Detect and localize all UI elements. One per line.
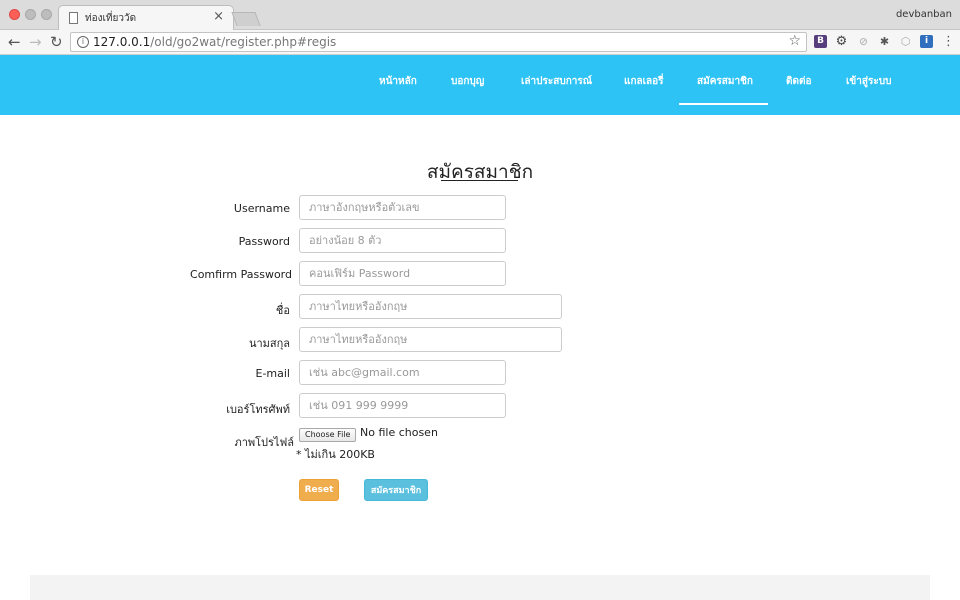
browser-tab-bar: ท่องเที่ยววัด × devbanban bbox=[0, 0, 960, 31]
nav-stories[interactable]: เล่าประสบการณ์ bbox=[521, 74, 592, 89]
star-icon[interactable]: ☆ bbox=[788, 33, 801, 49]
back-arrow-icon[interactable]: ← bbox=[8, 33, 21, 51]
info-icon[interactable]: i bbox=[77, 36, 89, 48]
extension-icon[interactable]: ⊘ bbox=[857, 35, 870, 48]
phone-label: เบอร์โทรศัพท์ bbox=[226, 403, 290, 416]
minimize-window-button[interactable] bbox=[25, 9, 36, 20]
phone-input[interactable] bbox=[299, 393, 506, 418]
active-nav-underline bbox=[679, 103, 768, 105]
maximize-window-button[interactable] bbox=[41, 9, 52, 20]
sparkle-icon[interactable]: ✱ bbox=[878, 35, 891, 48]
bootstrap-extension-icon[interactable]: B bbox=[814, 35, 827, 48]
nav-donate[interactable]: บอกบุญ bbox=[451, 74, 484, 89]
nav-login[interactable]: เข้าสู่ระบบ bbox=[846, 74, 891, 89]
email-label: E-mail bbox=[255, 367, 291, 380]
email-input[interactable] bbox=[299, 360, 506, 385]
url-text[interactable]: 127.0.0.1/old/go2wat/register.php#regis bbox=[93, 35, 336, 49]
tab-close-icon[interactable]: × bbox=[213, 9, 224, 24]
file-size-note: * ไม่เกิน 200KB bbox=[296, 448, 375, 461]
tab-title: ท่องเที่ยววัด bbox=[85, 13, 137, 24]
browser-toolbar: ← → ↻ i 127.0.0.1/old/go2wat/register.ph… bbox=[0, 30, 960, 55]
reset-button[interactable]: Reset bbox=[299, 479, 339, 501]
page-title: สมัครสมาชิก bbox=[426, 161, 534, 183]
username-input[interactable] bbox=[299, 195, 506, 220]
nav-contact[interactable]: ติดต่อ bbox=[786, 74, 812, 89]
close-window-button[interactable] bbox=[9, 9, 20, 20]
nav-gallery[interactable]: แกลเลอรี่ bbox=[624, 74, 664, 89]
browser-tab[interactable]: ท่องเที่ยววัด × bbox=[58, 5, 234, 31]
firstname-label: ชื่อ bbox=[275, 304, 290, 317]
gear-icon[interactable]: ⚙ bbox=[835, 35, 848, 48]
hexagon-icon[interactable]: ⬡ bbox=[899, 35, 912, 48]
password-label: Password bbox=[238, 235, 290, 248]
profile-name[interactable]: devbanban bbox=[896, 9, 952, 20]
profile-photo-label: ภาพโปรไฟล์ bbox=[234, 436, 294, 449]
menu-icon[interactable]: ⋮ bbox=[942, 33, 955, 51]
confirm-password-label: Comfirm Password bbox=[190, 268, 292, 281]
file-status-text: No file chosen bbox=[360, 426, 438, 439]
confirm-password-input[interactable] bbox=[299, 261, 506, 286]
forward-arrow-icon[interactable]: → bbox=[29, 33, 42, 51]
username-label: Username bbox=[233, 202, 290, 215]
info-extension-icon[interactable]: i bbox=[920, 35, 933, 48]
address-bar[interactable]: i 127.0.0.1/old/go2wat/register.php#regi… bbox=[70, 32, 807, 52]
nav-register[interactable]: สมัครสมาชิก bbox=[697, 74, 753, 89]
title-underline bbox=[441, 180, 518, 181]
firstname-input[interactable] bbox=[299, 294, 562, 319]
password-input[interactable] bbox=[299, 228, 506, 253]
lastname-input[interactable] bbox=[299, 327, 562, 352]
lastname-label: นามสกุล bbox=[248, 337, 290, 350]
register-submit-button[interactable]: สมัครสมาชิก bbox=[364, 479, 428, 501]
nav-home[interactable]: หน้าหลัก bbox=[379, 74, 417, 89]
footer-area bbox=[30, 575, 930, 600]
new-tab-button[interactable] bbox=[231, 12, 261, 26]
reload-icon[interactable]: ↻ bbox=[50, 33, 63, 51]
document-icon bbox=[69, 12, 78, 24]
choose-file-button[interactable]: Choose File bbox=[299, 428, 357, 442]
